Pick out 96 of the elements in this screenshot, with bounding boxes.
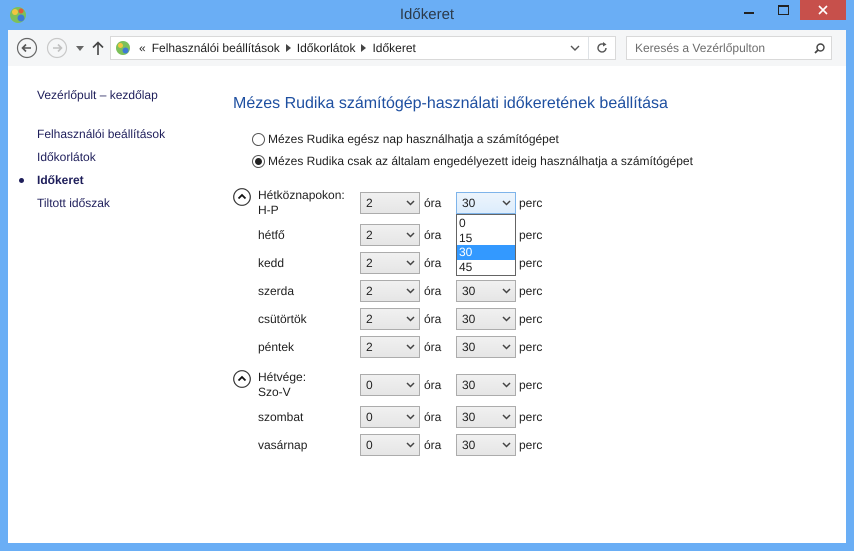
unit-label: perc (518, 437, 542, 454)
group-label: Hétköznapokon: H-P (258, 188, 346, 218)
caret-icon[interactable] (406, 382, 415, 388)
caret-icon[interactable] (406, 344, 415, 350)
dropdown[interactable]: 30 (456, 374, 516, 396)
collapse-icon[interactable] (233, 188, 251, 206)
unit-label: óra (423, 227, 442, 244)
unit-label: perc (518, 377, 542, 394)
caret-icon[interactable] (502, 382, 511, 388)
address-bar[interactable]: « Felhasználói beállítások Időkorlátok Időkeret (110, 36, 616, 60)
dropdown[interactable]: 30 (456, 308, 516, 330)
history-dropdown-icon[interactable] (76, 46, 84, 50)
sidebar-link[interactable]: Időkeret (37, 169, 208, 192)
radio-label[interactable]: Mézes Rudika egész nap használhatja a számítógépet (268, 128, 559, 150)
dropdown[interactable]: 30 (456, 406, 516, 428)
group-label: Hétvége: Szo-V (258, 370, 308, 400)
search-icon (814, 42, 825, 54)
caret-icon[interactable] (502, 200, 511, 206)
unit-label: óra (423, 377, 442, 394)
day-label: vasárnap (258, 438, 308, 452)
unit-label: perc (518, 311, 542, 328)
unit-label: perc (518, 339, 542, 356)
unit-label: óra (423, 255, 442, 272)
dropdown-list[interactable]: 0 15 30 45 (456, 214, 516, 276)
unit-label: perc (518, 409, 542, 426)
dropdown[interactable]: 30 (456, 336, 516, 358)
day-label: hétfő (258, 228, 286, 242)
collapse-icon[interactable] (233, 370, 251, 388)
caret-icon[interactable] (502, 316, 511, 322)
day-label: szombat (258, 410, 304, 424)
caret-icon[interactable] (406, 414, 415, 420)
caret-icon[interactable] (406, 442, 415, 448)
dropdown[interactable]: 0 (360, 374, 420, 396)
close-icon[interactable] (818, 5, 828, 15)
caret-icon[interactable] (502, 442, 511, 448)
radio-button[interactable] (252, 154, 265, 168)
overflow-chevrons[interactable]: « (139, 39, 146, 57)
day-label: szerda (258, 284, 296, 298)
caret-icon[interactable] (406, 200, 415, 206)
caret-icon[interactable] (406, 316, 415, 322)
unit-label: óra (423, 311, 442, 328)
dropdown[interactable]: 30 (456, 280, 516, 302)
caret-icon[interactable] (406, 232, 415, 238)
dropdown-option[interactable]: 0 (457, 216, 515, 230)
unit-label: óra (423, 283, 442, 300)
unit-label: perc (518, 227, 542, 244)
app-icon (8, 5, 28, 25)
dropdown[interactable]: 30 (456, 192, 516, 214)
breadcrumb-arrow-icon[interactable] (286, 44, 291, 52)
sidebar-link[interactable]: Tiltott időszak (37, 192, 208, 215)
unit-label: óra (423, 339, 442, 356)
sidebar-link[interactable]: Felhasználói beállítások (37, 123, 208, 146)
dropdown[interactable]: 0 (360, 406, 420, 428)
radio-label[interactable]: Mézes Rudika csak az általam engedélyezett ideig használhatja a számítógépet (268, 150, 693, 172)
unit-label: óra (423, 437, 442, 454)
caret-icon[interactable] (502, 414, 511, 420)
up-button[interactable] (92, 41, 104, 55)
unit-label: óra (423, 409, 442, 426)
dropdown-option[interactable]: 15 (457, 230, 515, 245)
breadcrumb-arrow-icon[interactable] (361, 44, 366, 52)
unit-label: perc (518, 283, 542, 300)
window-title: Időkeret (400, 5, 454, 25)
unit-label: óra (423, 195, 442, 212)
unit-label: perc (518, 255, 542, 272)
search-box[interactable]: Keresés a Vezérlőpulton (626, 36, 832, 60)
breadcrumb-link[interactable]: Felhasználói beállítások (152, 39, 280, 57)
dropdown[interactable]: 2 (360, 280, 420, 302)
bullet-icon (19, 178, 24, 183)
dropdown[interactable]: 30 (456, 434, 516, 456)
dropdown-caret-icon[interactable] (570, 45, 580, 51)
dropdown-option[interactable]: 45 (457, 260, 515, 274)
breadcrumb-link[interactable]: Időkeret (372, 39, 416, 57)
dropdown[interactable]: 2 (360, 252, 420, 274)
day-label: kedd (258, 256, 286, 270)
page-heading: Mézes Rudika számítógép-használati időkeretének beállítása (233, 94, 669, 114)
caret-icon[interactable] (502, 344, 511, 350)
back-button[interactable] (16, 37, 38, 59)
radio-button[interactable] (252, 132, 265, 146)
caret-icon[interactable] (406, 260, 415, 266)
unit-label: perc (518, 195, 542, 212)
dropdown[interactable]: 0 (360, 434, 420, 456)
sidebar-link[interactable]: Időkorlátok (37, 146, 208, 169)
refresh-icon[interactable] (596, 42, 608, 54)
control-panel-icon (115, 40, 131, 56)
caret-icon[interactable] (406, 288, 415, 294)
day-label: csütörtök (258, 312, 308, 326)
dropdown[interactable]: 2 (360, 308, 420, 330)
maximize-icon[interactable] (778, 5, 788, 15)
dropdown[interactable]: 2 (360, 336, 420, 358)
sidebar-link[interactable]: Vezérlőpult – kezdőlap (37, 84, 208, 107)
day-label: péntek (258, 340, 296, 354)
dropdown[interactable]: 2 (360, 192, 420, 214)
breadcrumb-link[interactable]: Időkorlátok (296, 39, 356, 57)
dropdown[interactable]: 2 (360, 224, 420, 246)
caret-icon[interactable] (502, 288, 511, 294)
close-button[interactable] (800, 0, 846, 20)
